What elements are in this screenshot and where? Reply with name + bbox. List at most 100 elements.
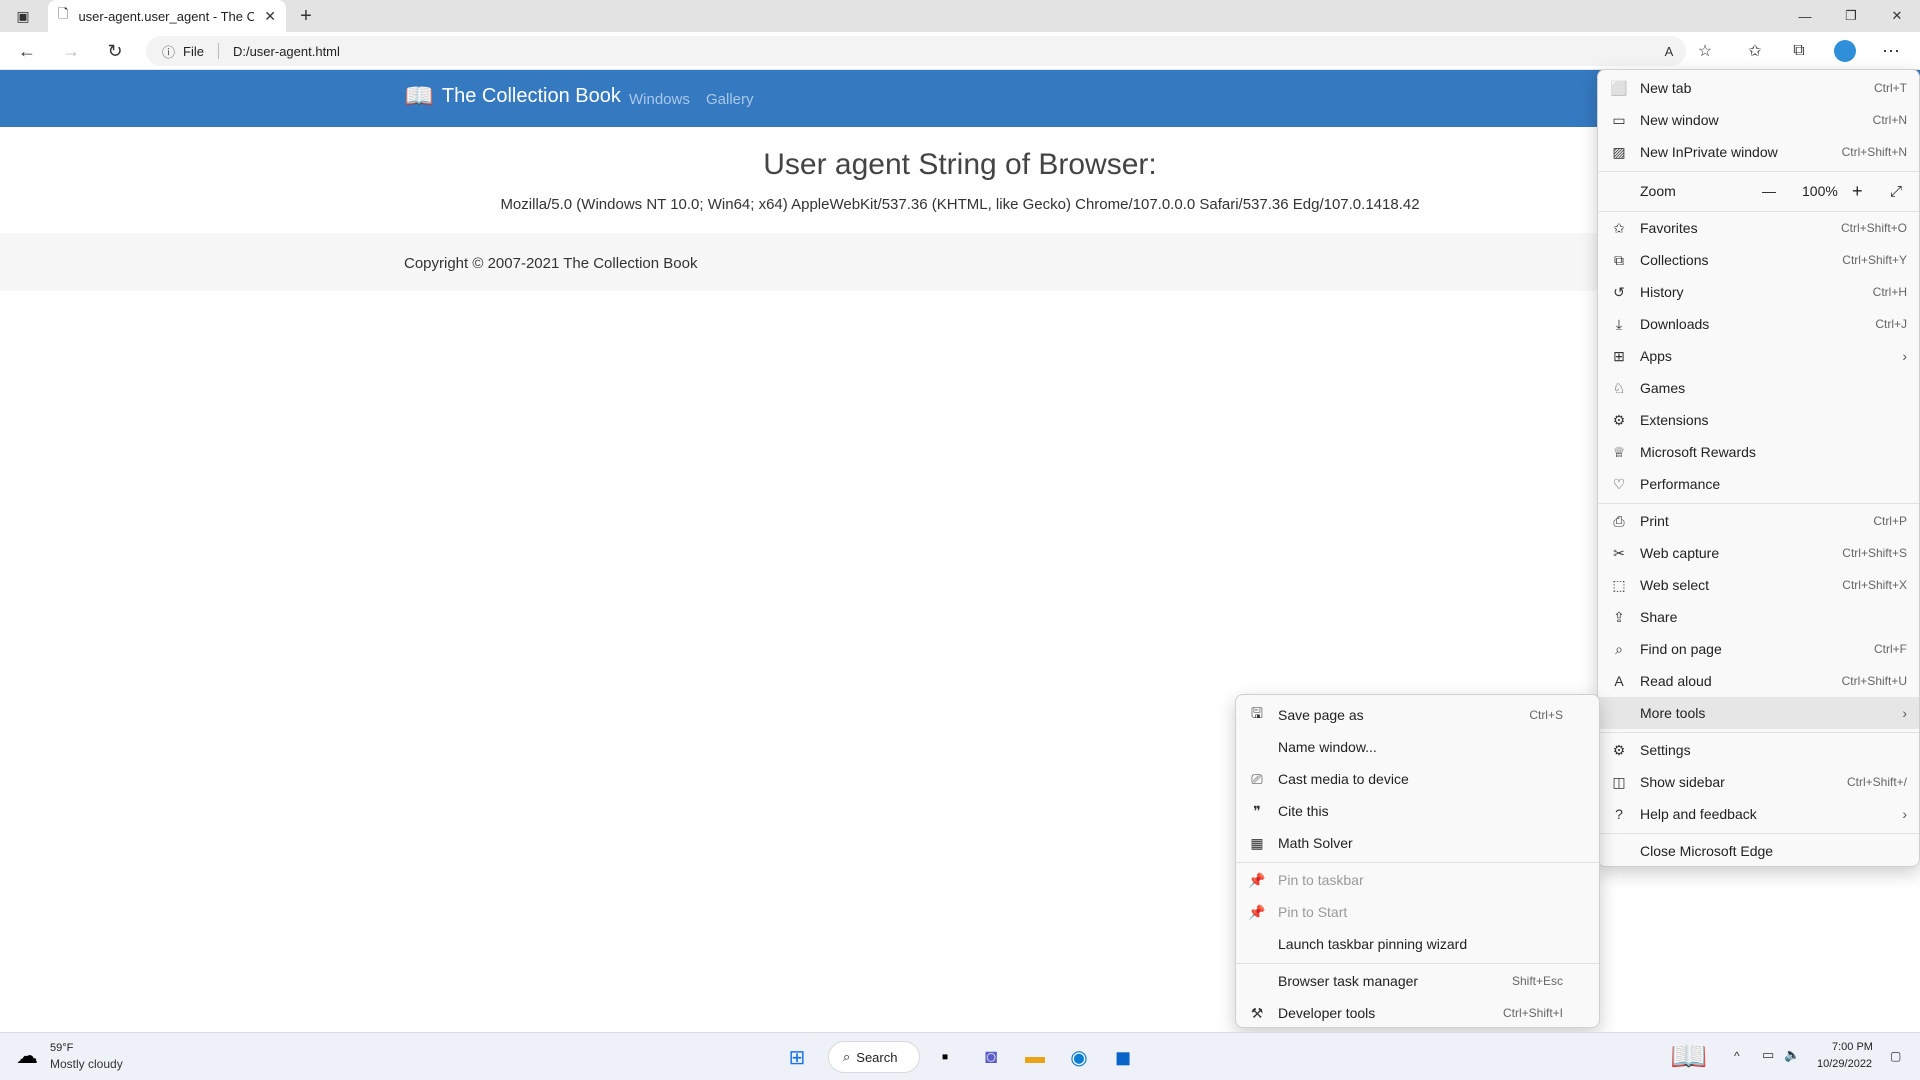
gear-icon: ⚙ [1612, 741, 1626, 758]
menu-item-print[interactable]: ⎙ Print Ctrl+P [1598, 505, 1919, 537]
weather-icon[interactable]: ☁ [16, 1043, 38, 1069]
menu-item-pinning-wizard[interactable]: Launch taskbar pinning wizard [1236, 928, 1599, 960]
sidebar-icon: ◫ [1612, 773, 1626, 790]
menu-item-new-tab[interactable]: ⬜ New tab Ctrl+T [1598, 72, 1919, 104]
chevron-right-icon: › [1902, 348, 1907, 364]
settings-menu: ⬜ New tab Ctrl+T ▭ New window Ctrl+N ▨ New In… [1597, 69, 1920, 867]
teams-chat-icon[interactable]: ◙ [974, 1041, 1008, 1073]
fullscreen-icon[interactable]: ⤢ [1890, 183, 1902, 200]
favorites-icon[interactable]: ✩ [1740, 38, 1770, 64]
info-icon[interactable]: ⓘ [162, 42, 175, 61]
edge-icon[interactable]: ◉ [1062, 1041, 1096, 1073]
menu-item-show-sidebar[interactable]: ◫ Show sidebar Ctrl+Shift+/ [1598, 766, 1919, 798]
math-solver-icon: ▦ [1250, 834, 1264, 851]
rewards-icon: ♕ [1612, 443, 1626, 460]
tab-actions-icon[interactable]: ▣ [12, 6, 34, 26]
menu-item-performance[interactable]: ♡ Performance [1598, 468, 1919, 500]
site-brand[interactable]: 📖 The Collection Book [404, 82, 621, 111]
menu-item-share[interactable]: ⇪ Share [1598, 601, 1919, 633]
menu-item-cite[interactable]: ❞ Cite this [1236, 795, 1599, 827]
chevron-right-icon: › [1902, 705, 1907, 721]
zoom-in-button[interactable]: + [1852, 181, 1863, 202]
address-bar[interactable]: ⓘ File D:/user-agent.html [146, 36, 1686, 66]
network-icon[interactable]: ▭ [1762, 1047, 1774, 1063]
back-button[interactable]: ← [12, 38, 42, 64]
forward-button[interactable]: → [56, 38, 86, 64]
clock-date[interactable]: 10/29/2022 [1817, 1058, 1872, 1070]
refresh-button[interactable]: ↻ [100, 38, 130, 64]
menu-item-find[interactable]: ⌕ Find on page Ctrl+F [1598, 633, 1919, 665]
menu-separator [1236, 963, 1599, 964]
chevron-right-icon: › [1902, 806, 1907, 822]
menu-item-rewards[interactable]: ♕ Microsoft Rewards [1598, 436, 1919, 468]
tab-title: user-agent.user_agent - The Coll [78, 8, 255, 24]
games-icon: ♘ [1612, 379, 1626, 396]
menu-item-zoom: Zoom — 100% + ⤢ [1640, 180, 1903, 202]
address-url[interactable]: D:/user-agent.html [233, 44, 340, 59]
download-icon: ⤓ [1615, 315, 1623, 332]
minimize-button[interactable]: — [1782, 0, 1828, 32]
developer-tools-icon: ⚒ [1250, 1004, 1264, 1021]
menu-item-web-capture[interactable]: ✂ Web capture Ctrl+Shift+S [1598, 537, 1919, 569]
task-view-icon[interactable]: ▪ [928, 1041, 962, 1073]
menu-item-history[interactable]: ↺ History Ctrl+H [1598, 276, 1919, 308]
clock-time[interactable]: 7:00 PM [1832, 1041, 1873, 1053]
menu-item-collections[interactable]: ⧉ Collections Ctrl+Shift+Y [1598, 244, 1919, 276]
menu-item-developer-tools[interactable]: ⚒ Developer tools Ctrl+Shift+I [1236, 997, 1599, 1029]
menu-item-games[interactable]: ♘ Games [1598, 372, 1919, 404]
web-select-icon: ⬚ [1612, 576, 1626, 593]
menu-item-close-edge[interactable]: Close Microsoft Edge [1598, 835, 1919, 867]
nav-link-windows[interactable]: Windows [629, 91, 690, 108]
file-explorer-icon[interactable]: ▬ [1018, 1041, 1052, 1073]
menu-item-extensions[interactable]: ⚙ Extensions [1598, 404, 1919, 436]
menu-separator [1236, 862, 1599, 863]
menu-item-new-inprivate[interactable]: ▨ New InPrivate window Ctrl+Shift+N [1598, 136, 1919, 168]
menu-item-settings[interactable]: ⚙ Settings [1598, 734, 1919, 766]
zoom-out-button[interactable]: — [1762, 183, 1776, 199]
profile-icon[interactable] [1830, 38, 1860, 64]
pin-icon: 📌 [1248, 903, 1266, 920]
menu-item-read-aloud[interactable]: A Read aloud Ctrl+Shift+U [1598, 665, 1919, 697]
menu-item-task-manager[interactable]: Browser task manager Shift+Esc [1236, 965, 1599, 997]
collections-icon[interactable]: ⧉ [1784, 38, 1814, 64]
volume-icon[interactable]: 🔈 [1784, 1047, 1800, 1063]
menu-item-help[interactable]: ? Help and feedback › [1598, 798, 1919, 830]
page-icon: 🗋 [58, 6, 69, 21]
menu-separator [1598, 833, 1919, 834]
menu-item-name-window[interactable]: Name window... [1236, 731, 1599, 763]
menu-item-apps[interactable]: ⊞ Apps › [1598, 340, 1919, 372]
menu-item-new-window[interactable]: ▭ New window Ctrl+N [1598, 104, 1919, 136]
close-window-button[interactable]: ✕ [1874, 0, 1920, 32]
taskbar-search[interactable]: ⌕ Search [828, 1041, 920, 1073]
add-favorite-icon[interactable]: ☆ [1690, 38, 1720, 64]
taskbar: ☁ 59°F Mostly cloudy ⊞ ⌕ Search ▪ ◙ ▬ ◉ ◼… [0, 1032, 1920, 1080]
performance-icon: ♡ [1612, 475, 1626, 492]
restore-button[interactable]: ❐ [1828, 0, 1874, 32]
menu-item-math-solver[interactable]: ▦ Math Solver [1236, 827, 1599, 859]
new-tab-button[interactable]: + [294, 5, 318, 27]
cast-icon: ⎚ [1251, 770, 1263, 787]
menu-item-downloads[interactable]: ⤓ Downloads Ctrl+J [1598, 308, 1919, 340]
menu-separator [1598, 503, 1919, 504]
read-aloud-icon[interactable]: A [1654, 38, 1684, 64]
close-tab-icon[interactable]: ✕ [264, 8, 276, 25]
history-icon: ↺ [1613, 283, 1625, 300]
more-tools-submenu: 🖫 Save page as Ctrl+S Name window... ⎚ Cast… [1235, 694, 1600, 1028]
menu-item-more-tools[interactable]: More tools › [1598, 697, 1919, 729]
copyright-text: Copyright © 2007-2021 The Collection Boo… [404, 255, 698, 272]
address-separator [217, 43, 219, 59]
start-icon[interactable]: ⊞ [780, 1041, 814, 1073]
extensions-icon: ⚙ [1612, 411, 1626, 428]
menu-item-save-page[interactable]: 🖫 Save page as Ctrl+S [1236, 699, 1599, 731]
store-icon[interactable]: ◼ [1106, 1041, 1140, 1073]
tray-chevron-icon[interactable]: ^ [1734, 1049, 1740, 1063]
notification-icon[interactable]: ▢ [1890, 1049, 1901, 1063]
browser-tab[interactable]: 🗋 user-agent.user_agent - The Coll ✕ [48, 0, 286, 32]
settings-and-more-icon[interactable]: ⋯ [1876, 38, 1906, 64]
navigation-bar: ← → ↻ ⓘ File D:/user-agent.html A ☆ ✩ ⧉ … [0, 32, 1920, 70]
menu-item-cast[interactable]: ⎚ Cast media to device [1236, 763, 1599, 795]
menu-item-web-select[interactable]: ⬚ Web select Ctrl+Shift+X [1598, 569, 1919, 601]
nav-link-gallery[interactable]: Gallery [706, 91, 754, 108]
web-capture-icon: ✂ [1613, 544, 1625, 561]
menu-item-favorites[interactable]: ✩ Favorites Ctrl+Shift+O [1598, 212, 1919, 244]
